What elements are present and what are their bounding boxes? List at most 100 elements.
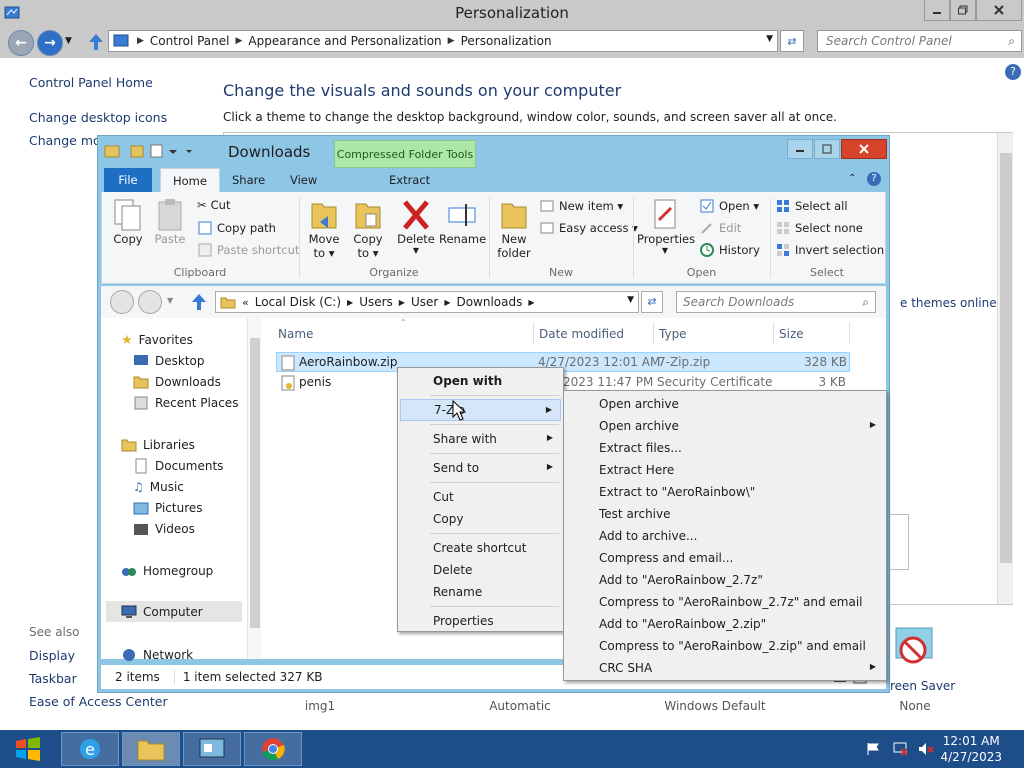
- maximize-button[interactable]: [950, 0, 976, 21]
- menu-item-cut[interactable]: Cut: [400, 486, 561, 508]
- delete-button[interactable]: Delete ▼: [396, 198, 436, 255]
- scrollbar-thumb[interactable]: [1000, 153, 1012, 563]
- nav-recent-places[interactable]: Recent Places: [133, 394, 238, 412]
- new-item-button[interactable]: New item ▾: [539, 198, 623, 214]
- open-button[interactable]: Open ▾: [699, 198, 759, 214]
- nav-videos[interactable]: Videos: [133, 520, 195, 538]
- start-button[interactable]: [6, 734, 50, 764]
- address-local-disk[interactable]: Local Disk (C:): [255, 295, 341, 309]
- sidebar-link-ease-of-access[interactable]: Ease of Access Center: [29, 694, 168, 709]
- refresh-button[interactable]: ⇄: [780, 30, 804, 52]
- help-icon[interactable]: ?: [867, 172, 881, 186]
- taskbar-file-explorer[interactable]: [122, 732, 180, 766]
- submenu-test-archive[interactable]: Test archive: [566, 503, 884, 525]
- explorer-forward-button[interactable]: [138, 290, 162, 314]
- submenu-add-to-archive[interactable]: Add to archive...: [566, 525, 884, 547]
- taskbar-internet-explorer[interactable]: e: [61, 732, 119, 766]
- address-bar[interactable]: ▶ Control Panel ▶ Appearance and Persona…: [108, 30, 778, 52]
- nav-libraries[interactable]: Libraries: [121, 436, 195, 454]
- tab-file[interactable]: File: [104, 168, 152, 192]
- paste-button[interactable]: Paste: [152, 198, 188, 246]
- nav-computer[interactable]: Computer: [121, 603, 203, 621]
- up-arrow-icon[interactable]: [191, 293, 207, 311]
- nav-pictures[interactable]: Pictures: [133, 499, 203, 517]
- copy-button[interactable]: Copy: [110, 198, 146, 246]
- submenu-open-archive-more[interactable]: Open archive ▶: [566, 415, 884, 437]
- taskbar-control-panel[interactable]: [183, 732, 241, 766]
- submenu-extract-files[interactable]: Extract files...: [566, 437, 884, 459]
- quick-access-toolbar[interactable]: [104, 143, 194, 159]
- scrollbar-thumb[interactable]: [250, 338, 260, 628]
- submenu-crc-sha[interactable]: CRC SHA ▶: [566, 657, 884, 679]
- downloads-search-input[interactable]: Search Downloads ⌕: [676, 291, 876, 313]
- copy-path-button[interactable]: Copy path: [197, 220, 276, 236]
- breadcrumb-personalization[interactable]: Personalization: [461, 34, 552, 48]
- menu-item-copy[interactable]: Copy: [400, 508, 561, 530]
- menu-item-rename[interactable]: Rename: [400, 581, 561, 603]
- recent-dropdown-icon[interactable]: ▼: [167, 296, 173, 305]
- sidebar-link-display[interactable]: Display: [29, 648, 75, 663]
- network-status-icon[interactable]: [893, 742, 909, 756]
- submenu-compress-7z-email[interactable]: Compress to "AeroRainbow_2.7z" and email: [566, 591, 884, 613]
- tab-home[interactable]: Home: [160, 168, 220, 192]
- explorer-maximize-button[interactable]: [814, 139, 840, 159]
- volume-muted-icon[interactable]: [918, 742, 934, 756]
- taskbar-chrome[interactable]: [244, 732, 302, 766]
- explorer-address-bar[interactable]: « Local Disk (C:) ▶ Users ▶ User ▶ Downl…: [215, 291, 639, 313]
- nav-network[interactable]: Network: [121, 646, 193, 664]
- explorer-minimize-button[interactable]: [787, 139, 813, 159]
- flag-icon[interactable]: [866, 742, 880, 756]
- tab-view[interactable]: View: [278, 168, 329, 192]
- search-input[interactable]: Search Control Panel ⌕: [817, 30, 1022, 52]
- forward-button[interactable]: →: [37, 30, 63, 56]
- explorer-back-button[interactable]: [110, 290, 134, 314]
- help-icon[interactable]: ?: [1005, 64, 1021, 80]
- submenu-add-to-7z[interactable]: Add to "AeroRainbow_2.7z": [566, 569, 884, 591]
- close-button[interactable]: [976, 0, 1022, 21]
- system-clock[interactable]: 12:01 AM 4/27/2023: [940, 733, 1002, 765]
- address-dropdown-icon[interactable]: ▼: [627, 295, 634, 305]
- overflow-icon[interactable]: «: [242, 296, 249, 309]
- column-header-name[interactable]: Name: [278, 327, 313, 341]
- address-downloads[interactable]: Downloads: [456, 295, 522, 309]
- breadcrumb-control-panel[interactable]: Control Panel: [150, 34, 230, 48]
- minimize-button[interactable]: [924, 0, 950, 21]
- menu-item-open-with[interactable]: Open with: [400, 370, 561, 392]
- column-header-type[interactable]: Type: [659, 327, 687, 341]
- paste-shortcut-button[interactable]: Paste shortcut: [197, 242, 299, 258]
- menu-item-create-shortcut[interactable]: Create shortcut: [400, 537, 561, 559]
- easy-access-button[interactable]: Easy access ▾: [539, 220, 638, 236]
- navigation-pane-scrollbar[interactable]: [247, 318, 261, 659]
- history-dropdown-icon[interactable]: ▼: [65, 36, 72, 46]
- collapse-ribbon-icon[interactable]: ⌃: [848, 173, 856, 184]
- submenu-compress-and-email[interactable]: Compress and email...: [566, 547, 884, 569]
- nav-favorites[interactable]: ★ Favorites: [121, 331, 193, 349]
- tab-extract[interactable]: Extract: [377, 168, 442, 192]
- submenu-extract-to[interactable]: Extract to "AeroRainbow\": [566, 481, 884, 503]
- address-dropdown-icon[interactable]: ▼: [766, 34, 773, 44]
- invert-selection-button[interactable]: Invert selection: [775, 242, 884, 258]
- breadcrumb-appearance[interactable]: Appearance and Personalization: [248, 34, 441, 48]
- copy-to-button[interactable]: Copy to ▾: [348, 198, 388, 260]
- sidebar-link-desktop-icons[interactable]: Change desktop icons: [29, 110, 167, 125]
- theme-list-scrollbar[interactable]: [997, 133, 1013, 604]
- sidebar-link-home[interactable]: Control Panel Home: [29, 75, 153, 90]
- nav-documents[interactable]: Documents: [133, 457, 223, 475]
- submenu-compress-zip-email[interactable]: Compress to "AeroRainbow_2.zip" and emai…: [566, 635, 884, 657]
- submenu-extract-here[interactable]: Extract Here: [566, 459, 884, 481]
- move-to-button[interactable]: Move to ▾: [304, 198, 344, 260]
- tab-share[interactable]: Share: [220, 168, 277, 192]
- cut-button[interactable]: ✂ Cut: [197, 198, 230, 212]
- select-all-button[interactable]: Select all: [775, 198, 848, 214]
- menu-item-share-with[interactable]: Share with ▶: [400, 428, 561, 450]
- menu-item-send-to[interactable]: Send to ▶: [400, 457, 561, 479]
- submenu-open-archive[interactable]: Open archive: [566, 393, 884, 415]
- nav-desktop[interactable]: Desktop: [133, 352, 205, 370]
- submenu-add-to-zip[interactable]: Add to "AeroRainbow_2.zip": [566, 613, 884, 635]
- screen-saver-icon[interactable]: [892, 624, 936, 674]
- sidebar-link-taskbar[interactable]: Taskbar: [29, 671, 77, 686]
- explorer-refresh-button[interactable]: ⇄: [641, 291, 663, 313]
- menu-item-delete[interactable]: Delete: [400, 559, 561, 581]
- up-arrow-icon[interactable]: [88, 33, 104, 51]
- history-button[interactable]: History: [699, 242, 760, 258]
